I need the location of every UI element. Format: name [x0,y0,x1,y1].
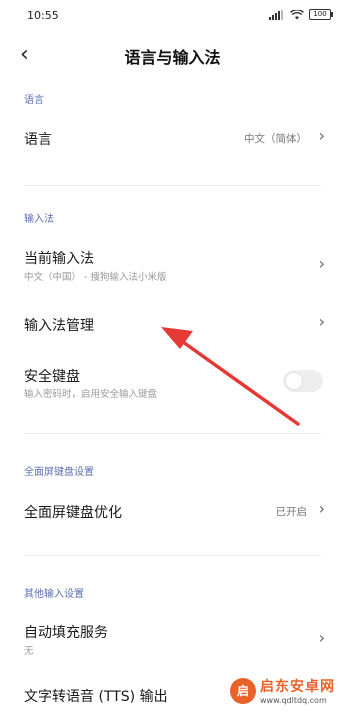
watermark-logo: 启 [230,677,256,704]
watermark-text: 启东安卓网 www.qdltdq.com [260,676,335,705]
watermark-name: 启东安卓网 [260,679,335,695]
watermark-url: www.qdltdq.com [260,696,327,705]
watermark: 启 启东安卓网 www.qdltdq.com [230,676,335,705]
annotation-arrow [161,327,300,426]
